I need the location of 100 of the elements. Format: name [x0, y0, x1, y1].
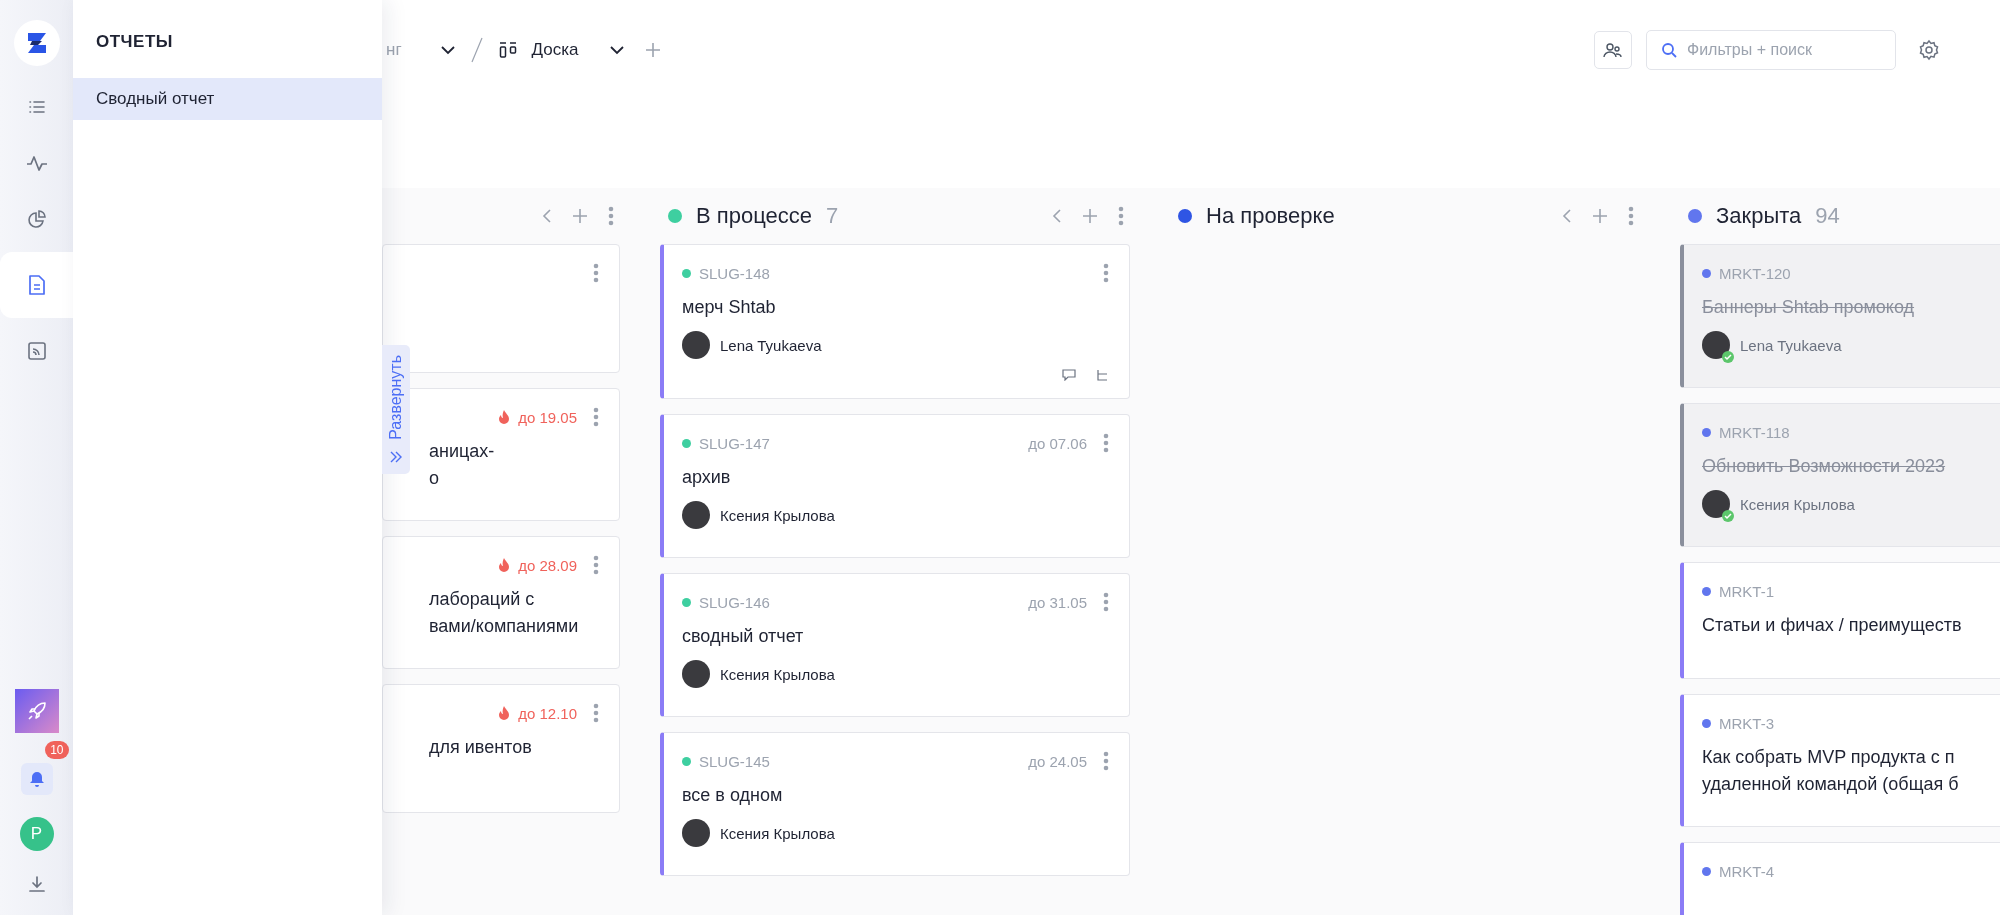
add-icon[interactable] — [1592, 208, 1608, 224]
add-icon[interactable] — [644, 42, 661, 58]
more-icon[interactable] — [608, 206, 614, 226]
people-icon — [1603, 41, 1623, 59]
report-item[interactable]: Сводный отчет — [73, 78, 382, 120]
status-dot — [682, 268, 691, 278]
task-title: сводный отчет — [682, 625, 805, 648]
chevron-left-icon[interactable] — [1052, 208, 1062, 224]
chevron-left-icon[interactable] — [1562, 208, 1572, 224]
task-id: SLUG-148 — [699, 264, 770, 282]
task-title: Баннеры Shtab промокод — [1702, 296, 1916, 319]
board-icon — [497, 41, 518, 59]
task-id: SLUG-146 — [699, 593, 770, 611]
column-count: 7 — [826, 203, 839, 229]
chevron-down-icon[interactable] — [608, 45, 625, 55]
status-dot — [1702, 268, 1711, 278]
rocket-button[interactable] — [14, 689, 59, 733]
task-card[interactable]: MRKT-118 Обновить Возможности 2023 Ксения Крылова — [1680, 403, 2000, 547]
status-dot — [1702, 427, 1711, 437]
activity-icon — [25, 153, 48, 173]
status-dot — [682, 597, 691, 607]
avatar-circle — [682, 331, 710, 359]
more-icon[interactable] — [593, 555, 599, 575]
more-icon[interactable] — [1103, 751, 1109, 771]
subtask-icon[interactable] — [1096, 369, 1109, 382]
column-title: На проверке — [1206, 203, 1335, 229]
notification-badge: 10 — [45, 741, 69, 759]
flame-icon — [498, 705, 511, 721]
rss-icon — [26, 341, 47, 361]
task-id: SLUG-147 — [699, 434, 770, 452]
status-dot — [682, 438, 691, 448]
flame-icon — [498, 409, 511, 425]
task-card[interactable]: до 12.10 для ивентов — [382, 684, 620, 813]
column-count: 94 — [1815, 203, 1840, 229]
more-icon[interactable] — [1118, 206, 1124, 226]
more-icon[interactable] — [593, 263, 599, 283]
task-id: MRKT-4 — [1719, 862, 1774, 880]
more-icon[interactable] — [593, 703, 599, 723]
nav-item[interactable] — [0, 252, 73, 318]
task-title: Статьи и фичах / преимуществ — [1702, 614, 1963, 637]
add-icon[interactable] — [1082, 208, 1098, 224]
task-title: вами/компаниями — [429, 615, 580, 638]
due-date: до 12.10 — [518, 704, 577, 722]
assignee-name: Ксения Крылова — [1740, 495, 1855, 513]
assignee-name: Ксения Крылова — [720, 665, 835, 683]
more-icon[interactable] — [1103, 592, 1109, 612]
notifications-button[interactable] — [20, 763, 53, 795]
double-chevron-icon — [389, 449, 403, 464]
task-id: MRKT-1 — [1719, 582, 1774, 600]
chevron-left-icon[interactable] — [542, 208, 552, 224]
logo-icon[interactable] — [13, 20, 60, 66]
due-date: до 28.09 — [518, 556, 577, 574]
task-card[interactable]: SLUG-146 до 31.05 сводный отчет Ксения Крылова — [660, 573, 1130, 717]
column-title: Закрыта — [1716, 203, 1802, 229]
task-card[interactable]: MRKT-3 Как собрать MVP продукта с п удаленной командой (общая б — [1680, 694, 2000, 827]
task-card[interactable]: SLUG-148 мерч Shtab Lena Tyukaeva — [660, 244, 1130, 399]
members-button[interactable] — [1594, 31, 1632, 69]
task-title: для ивентов — [429, 736, 533, 759]
avatar-circle — [682, 501, 710, 529]
expand-tab[interactable]: Развернуть — [382, 345, 410, 474]
task-title: аницах- — [429, 440, 496, 463]
task-card[interactable]: MRKT-1 Статьи и фичах / преимуществ — [1680, 562, 2000, 679]
task-card[interactable]: до 28.09 лабораций с вами/компаниями — [382, 536, 620, 669]
task-id: MRKT-120 — [1719, 264, 1791, 282]
task-id: MRKT-3 — [1719, 714, 1774, 732]
more-icon[interactable] — [1628, 206, 1634, 226]
pie-chart-icon — [26, 209, 47, 229]
due-date: до 07.06 — [1028, 434, 1087, 452]
search-field[interactable]: Фильтры + поиск — [1646, 30, 1896, 70]
settings-icon[interactable] — [1918, 39, 1940, 61]
status-dot — [1702, 866, 1711, 876]
breadcrumb-view[interactable]: Доска — [531, 40, 579, 60]
avatar-circle — [682, 819, 710, 847]
task-title: о — [429, 467, 440, 490]
task-title: Обновить Возможности 2023 — [1702, 455, 1947, 478]
task-title: мерч Shtab — [682, 296, 777, 319]
assignee-name: Lena Tyukaeva — [1740, 336, 1842, 354]
panel-title: ОТЧЕТЫ — [95, 32, 174, 52]
task-card[interactable]: MRKT-120 Баннеры Shtab промокод Lena Tyukaeva — [1680, 244, 2000, 388]
task-id: MRKT-118 — [1719, 423, 1790, 441]
check-badge-icon — [1722, 351, 1734, 363]
flame-icon — [498, 557, 511, 573]
task-card[interactable]: SLUG-147 до 07.06 архив Ксения Крылова — [660, 414, 1130, 558]
assignee-name: Lena Tyukaeva — [720, 336, 822, 354]
task-id: SLUG-145 — [699, 752, 770, 770]
column-title: В процессе — [696, 203, 812, 229]
status-dot — [1702, 718, 1711, 728]
more-icon[interactable] — [1103, 433, 1109, 453]
add-icon[interactable] — [572, 208, 588, 224]
status-dot — [682, 756, 691, 766]
due-date: до 31.05 — [1028, 593, 1087, 611]
chevron-down-icon[interactable] — [439, 45, 456, 55]
document-icon — [27, 274, 46, 296]
comment-icon[interactable] — [1062, 369, 1076, 381]
avatar-circle — [682, 660, 710, 688]
more-icon[interactable] — [1103, 263, 1109, 283]
task-card[interactable]: SLUG-145 до 24.05 все в одном Ксения Крылова — [660, 732, 1130, 876]
status-dot — [1702, 586, 1711, 596]
more-icon[interactable] — [593, 407, 599, 427]
task-title: лабораций с — [429, 588, 536, 611]
